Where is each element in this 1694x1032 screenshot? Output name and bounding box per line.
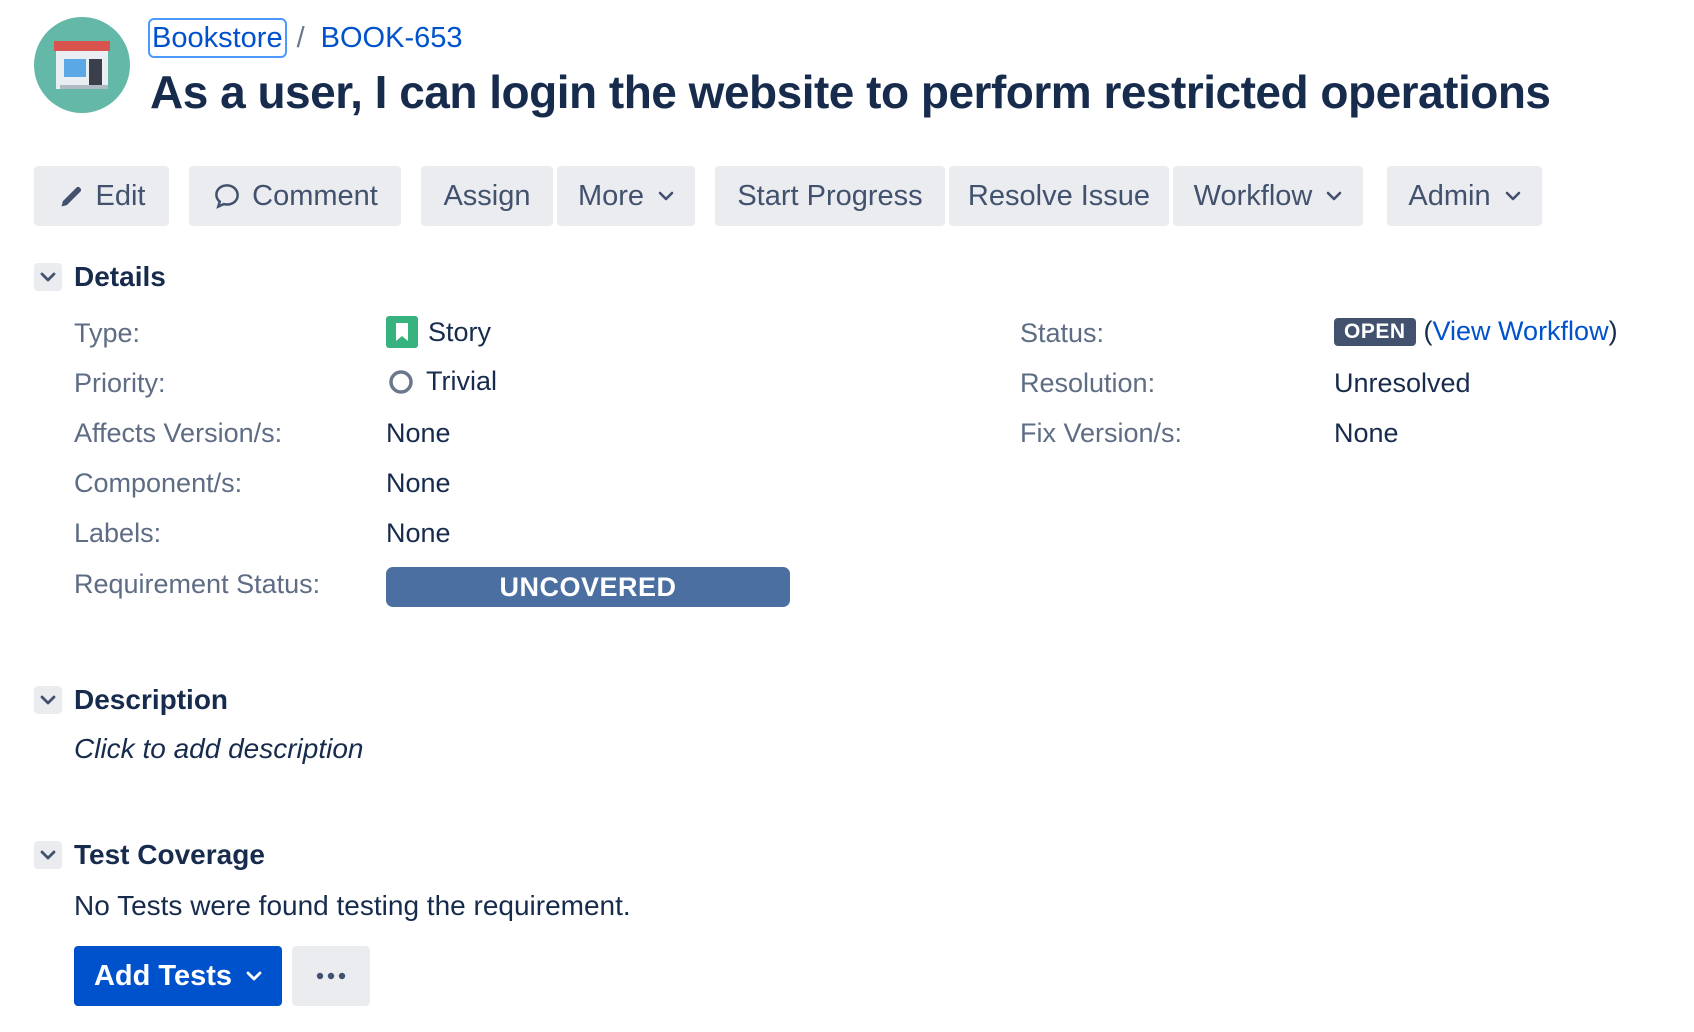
fix-versions-label: Fix Version/s:	[1020, 418, 1183, 448]
chevron-down-icon[interactable]	[34, 841, 62, 869]
comment-button[interactable]: Comment	[189, 166, 401, 226]
description-section-header[interactable]: Description	[34, 684, 229, 715]
add-tests-label: Add Tests	[93, 959, 233, 992]
edit-button[interactable]: Edit	[34, 166, 169, 226]
requirement-status-label: Requirement Status:	[74, 569, 321, 599]
priority-trivial-circle-icon	[386, 367, 416, 397]
bookshop-store-icon	[34, 17, 130, 113]
comment-button-label: Comment	[252, 179, 378, 212]
resolve-issue-button[interactable]: Resolve Issue	[949, 166, 1169, 226]
pencil-icon	[58, 182, 86, 210]
description-heading: Description	[74, 684, 229, 715]
chevron-down-icon	[658, 190, 674, 202]
components-label: Component/s:	[74, 468, 243, 498]
resolution-label: Resolution:	[1020, 368, 1156, 398]
breadcrumb: Bookstore / BOOK-653	[148, 18, 462, 58]
more-button-label: More	[577, 179, 645, 212]
chevron-down-icon	[1505, 190, 1521, 202]
assign-button[interactable]: Assign	[421, 166, 553, 226]
more-actions-button[interactable]	[292, 946, 370, 1006]
admin-dropdown-button[interactable]: Admin	[1387, 166, 1542, 226]
status-lozenge: OPEN	[1334, 317, 1416, 346]
start-progress-button[interactable]: Start Progress	[715, 166, 945, 226]
workflow-dropdown-button[interactable]: Workflow	[1173, 166, 1363, 226]
assign-button-label: Assign	[443, 179, 531, 212]
labels-value[interactable]: None	[386, 518, 451, 549]
type-value-text: Story	[428, 316, 492, 347]
breadcrumb-project-link[interactable]: Bookstore	[148, 18, 287, 58]
workflow-button-label: Workflow	[1193, 179, 1313, 212]
admin-button-label: Admin	[1408, 179, 1491, 212]
resolve-issue-label: Resolve Issue	[967, 179, 1151, 212]
story-bookmark-icon	[386, 316, 418, 348]
more-dropdown-button[interactable]: More	[557, 166, 695, 226]
type-label: Type:	[74, 318, 141, 348]
details-heading: Details	[74, 261, 166, 292]
test-coverage-heading: Test Coverage	[74, 839, 265, 870]
status-value: OPEN ( View Workflow )	[1334, 316, 1618, 347]
priority-label: Priority:	[74, 368, 166, 398]
paren-open: (	[1423, 316, 1433, 346]
ellipsis-icon	[316, 972, 346, 980]
comment-bubble-icon	[212, 181, 242, 211]
start-progress-label: Start Progress	[737, 179, 923, 212]
breadcrumb-issue-key-link[interactable]: BOOK-653	[321, 22, 463, 55]
chevron-down-icon	[1326, 190, 1342, 202]
edit-button-label: Edit	[95, 179, 146, 212]
view-workflow-link[interactable]: View Workflow	[1433, 316, 1609, 347]
type-value[interactable]: Story	[386, 316, 491, 348]
priority-value[interactable]: Trivial	[386, 366, 497, 397]
requirement-status-badge: UNCOVERED	[386, 567, 790, 607]
test-coverage-section-header[interactable]: Test Coverage	[34, 839, 265, 870]
breadcrumb-separator: /	[296, 21, 305, 54]
components-value[interactable]: None	[386, 468, 451, 499]
labels-label: Labels:	[74, 518, 162, 548]
fix-versions-value[interactable]: None	[1334, 418, 1399, 449]
chevron-down-icon	[246, 970, 262, 982]
chevron-down-icon[interactable]	[34, 263, 62, 291]
affects-versions-value[interactable]: None	[386, 418, 451, 449]
affects-versions-label: Affects Version/s:	[74, 418, 283, 448]
description-placeholder[interactable]: Click to add description	[74, 733, 363, 765]
paren-close: )	[1608, 316, 1618, 346]
issue-title[interactable]: As a user, I can login the website to pe…	[150, 65, 1551, 119]
project-avatar[interactable]	[34, 17, 130, 113]
status-label: Status:	[1020, 318, 1105, 348]
priority-value-text: Trivial	[426, 366, 497, 396]
add-tests-button[interactable]: Add Tests	[74, 946, 282, 1006]
chevron-down-icon[interactable]	[34, 686, 62, 714]
resolution-value: Unresolved	[1334, 368, 1471, 398]
no-tests-message: No Tests were found testing the requirem…	[74, 890, 631, 921]
details-section-header[interactable]: Details	[34, 261, 166, 292]
